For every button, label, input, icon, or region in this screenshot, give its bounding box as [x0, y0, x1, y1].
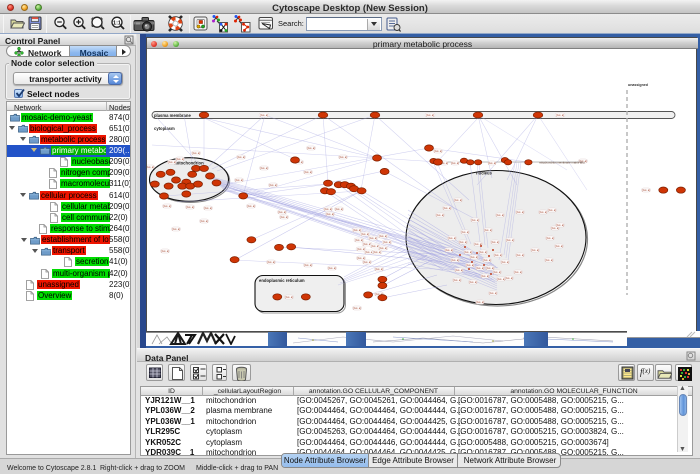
svg-text:[Go: a]: [Go: a]: [461, 230, 469, 234]
svg-text:[Go: a]: [Go: a]: [556, 223, 564, 227]
svg-text:[Go: a]: [Go: a]: [484, 228, 492, 232]
svg-text:[Go: a]: [Go: a]: [516, 210, 524, 214]
svg-text:[Go: a]: [Go: a]: [448, 236, 456, 240]
svg-text:[Go: a]: [Go: a]: [453, 278, 461, 282]
svg-text:[Go: a]: [Go: a]: [307, 146, 315, 150]
svg-text:unassigned: unassigned: [628, 83, 648, 87]
svg-text:[Go: a]: [Go: a]: [546, 236, 554, 240]
svg-text:[Go: a]: [Go: a]: [328, 266, 336, 270]
svg-text:[Go: a]: [Go: a]: [494, 253, 502, 257]
svg-text:[Go: a]: [Go: a]: [163, 204, 171, 208]
svg-text:[Go: a]: [Go: a]: [501, 260, 509, 264]
svg-text:[Go: a]: [Go: a]: [455, 268, 463, 272]
svg-text:[Go: a]: [Go: a]: [200, 219, 208, 223]
svg-text:[Go: a]: [Go: a]: [555, 244, 563, 248]
svg-text:[Go: a]: [Go: a]: [339, 155, 347, 159]
svg-text:[Go: a]: [Go: a]: [383, 240, 391, 244]
svg-text:[Go: a]: [Go: a]: [324, 207, 332, 211]
svg-text:[Go: a]: [Go: a]: [357, 247, 365, 251]
svg-text:[Go: a]: [Go: a]: [363, 260, 371, 264]
svg-text:[Go: a]: [Go: a]: [369, 236, 377, 240]
svg-text:[Go: a]: [Go: a]: [353, 306, 361, 310]
svg-text:[Go: a]: [Go: a]: [443, 206, 451, 210]
svg-text:[Go: a]: [Go: a]: [539, 210, 547, 214]
svg-text:[Go: a]: [Go: a]: [483, 258, 491, 262]
svg-text:[Go: a]: [Go: a]: [497, 277, 505, 281]
svg-text:[Go: a]: [Go: a]: [267, 260, 275, 264]
svg-text:[Go: a]: [Go: a]: [192, 151, 200, 155]
svg-text:[Go: a]: [Go: a]: [454, 198, 462, 202]
svg-text:[Go: a]: [Go: a]: [237, 155, 245, 159]
svg-text:[Go: a]: [Go: a]: [476, 266, 484, 270]
svg-text:[Go: a]: [Go: a]: [353, 228, 361, 232]
svg-text:[Go: a]: [Go: a]: [466, 263, 474, 267]
svg-text:[Go: a]: [Go: a]: [464, 250, 472, 254]
svg-text:[Go: a]: [Go: a]: [269, 183, 277, 187]
svg-text:[Go: a]: [Go: a]: [469, 280, 477, 284]
svg-text:[Go: a]: [Go: a]: [357, 256, 365, 260]
svg-text:[Go: a]: [Go: a]: [260, 113, 268, 117]
svg-text:[Go: a]: [Go: a]: [235, 178, 243, 182]
svg-text:[Go: a]: [Go: a]: [488, 161, 496, 165]
svg-text:endoplasmic reticulum: endoplasmic reticulum: [259, 278, 305, 283]
svg-text:plasma membrane: plasma membrane: [154, 113, 191, 118]
svg-text:[Go: a]: [Go: a]: [147, 165, 154, 169]
svg-text:[Go: a]: [Go: a]: [505, 276, 513, 280]
svg-text:[Go: a]: [Go: a]: [280, 215, 288, 219]
svg-text:[Go: a]: [Go: a]: [470, 255, 478, 259]
svg-text:[Go: a]: [Go: a]: [493, 270, 501, 274]
svg-text:[Go: a]: [Go: a]: [459, 240, 467, 244]
svg-text:[Go: a]: [Go: a]: [260, 166, 268, 170]
svg-text:[Go: a]: [Go: a]: [476, 300, 484, 304]
svg-text:[Go: a]: [Go: a]: [556, 113, 564, 117]
svg-text:[Go: a]: [Go: a]: [161, 249, 169, 253]
svg-text:[Go: a]: [Go: a]: [451, 258, 459, 262]
svg-text:[Go: a]: [Go: a]: [491, 240, 499, 244]
svg-text:[Go: a]: [Go: a]: [496, 213, 504, 217]
svg-text:[Go: a]: [Go: a]: [516, 253, 524, 257]
svg-text:[Go: a]: [Go: a]: [436, 213, 444, 217]
svg-text:[Go: a]: [Go: a]: [426, 113, 434, 117]
svg-text:[Go: a]: [Go: a]: [373, 250, 381, 254]
svg-text:[Go: a]: [Go: a]: [375, 267, 383, 271]
svg-text:[Go: a]: [Go: a]: [285, 295, 293, 299]
svg-text:[Go: a]: [Go: a]: [304, 263, 312, 267]
svg-text:[Go: a]: [Go: a]: [479, 250, 487, 254]
svg-text:nucleus: nucleus: [476, 171, 492, 176]
svg-text:mitochondrion membrane matrix: mitochondrion membrane matrix and: [539, 161, 585, 165]
svg-text:[Go: a]: [Go: a]: [379, 234, 387, 238]
svg-text:[Go: a]: [Go: a]: [451, 161, 459, 165]
svg-text:[Go: a]: [Go: a]: [506, 238, 514, 242]
svg-text:[Go: a]: [Go: a]: [278, 210, 286, 214]
svg-text:[Go: a]: [Go: a]: [514, 270, 522, 274]
svg-text:[Go: a]: [Go: a]: [434, 149, 442, 153]
svg-text:[Go: a]: [Go: a]: [186, 205, 194, 209]
svg-text:[Go: a]: [Go: a]: [326, 212, 334, 216]
svg-text:[Go: a]: [Go: a]: [489, 291, 497, 295]
svg-text:[Go: a]: [Go: a]: [176, 157, 184, 161]
svg-text:[Go: a]: [Go: a]: [531, 248, 539, 252]
svg-text:1:1: 1:1: [113, 20, 121, 26]
svg-text:[Go: a]: [Go: a]: [304, 170, 312, 174]
svg-text:[Go: a]: [Go: a]: [355, 238, 363, 242]
svg-text:[Go: a]: [Go: a]: [247, 204, 255, 208]
svg-text:[Go: a]: [Go: a]: [545, 258, 553, 262]
svg-text:[Go: a]: [Go: a]: [172, 227, 180, 231]
svg-text:[Go: a]: [Go: a]: [471, 218, 479, 222]
svg-text:[Go: a]: [Go: a]: [481, 274, 489, 278]
svg-text:[Go: a]: [Go: a]: [642, 188, 650, 192]
svg-text:[Go: a]: [Go: a]: [445, 248, 453, 252]
svg-text:cytoplasm: cytoplasm: [154, 126, 175, 131]
svg-text:[Go: a]: [Go: a]: [168, 160, 176, 164]
svg-text:[Go: a]: [Go: a]: [361, 232, 369, 236]
svg-text:[Go: a]: [Go: a]: [335, 207, 343, 211]
svg-text:[Go: a]: [Go: a]: [548, 208, 556, 212]
svg-text:[Go: a]: [Go: a]: [486, 266, 494, 270]
svg-text:[Go: a]: [Go: a]: [204, 206, 212, 210]
svg-text:[Go: a]: [Go: a]: [379, 246, 387, 250]
